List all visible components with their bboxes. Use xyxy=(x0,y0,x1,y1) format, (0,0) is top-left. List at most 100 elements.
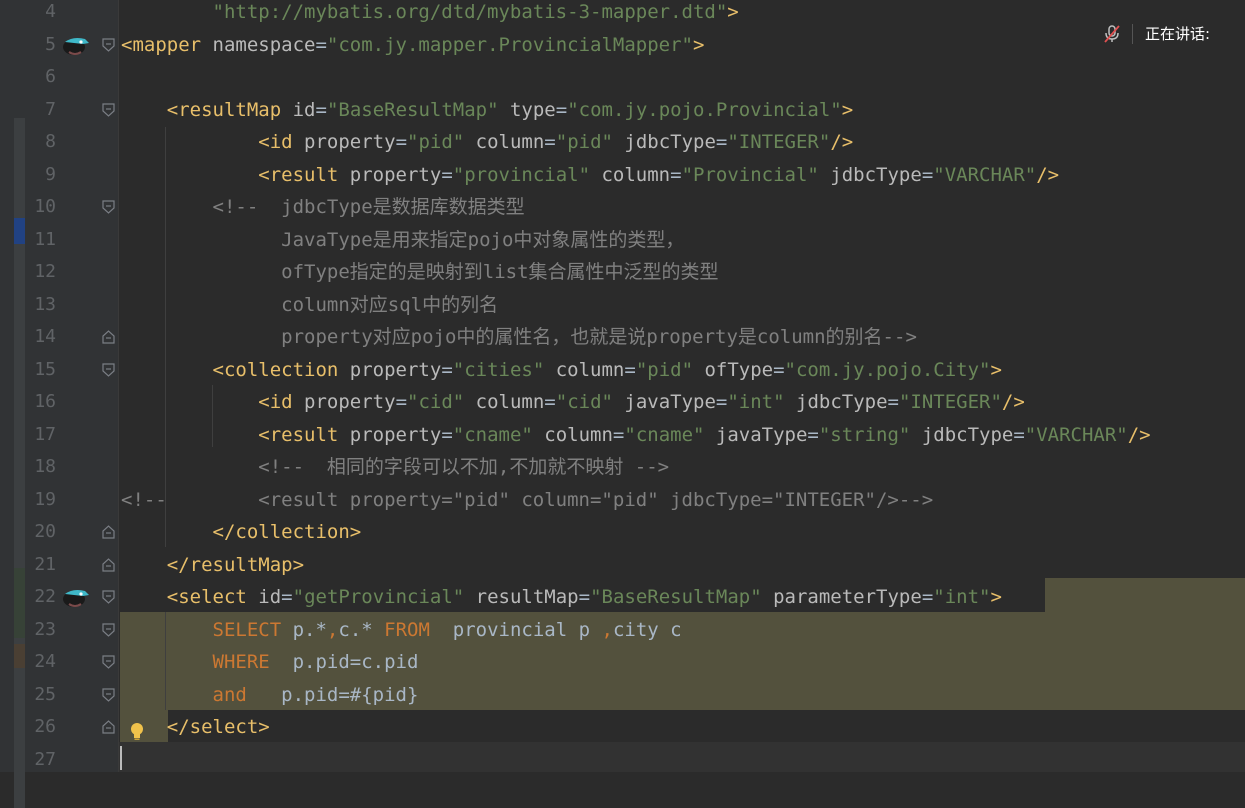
code-token: "http://mybatis.org/dtd/mybatis-3-mapper… xyxy=(212,1,728,23)
code-token: <result xyxy=(258,423,339,446)
fold-open-icon[interactable] xyxy=(102,37,115,52)
code-token: property xyxy=(338,358,442,381)
code-line[interactable]: 26 </select> xyxy=(0,711,1245,744)
code-token: = xyxy=(715,391,728,413)
code-line[interactable]: 9 <result property="provincial" column="… xyxy=(0,159,1245,192)
code-line[interactable]: 10 <!-- jdbcType是数据库数据类型 xyxy=(0,191,1245,224)
code-token: = xyxy=(887,391,899,413)
code-token: = xyxy=(395,131,408,153)
code-token: = xyxy=(670,163,682,186)
code-line[interactable]: 25 and p.pid=#{pid} xyxy=(0,679,1245,712)
line-number: 4 xyxy=(45,1,56,22)
code-text: and p.pid=#{pid} xyxy=(121,679,419,712)
fold-close-icon[interactable] xyxy=(102,525,115,539)
code-text: property对应pojo中的属性名，也就是说property是column的… xyxy=(121,321,917,354)
code-token: <!-- <result property="pid" column="pid"… xyxy=(121,488,934,511)
code-line[interactable]: 13 column对应sql中的列名 xyxy=(0,289,1245,322)
line-number: 13 xyxy=(34,293,56,315)
code-line[interactable]: 14 property对应pojo中的属性名，也就是说property是colu… xyxy=(0,321,1245,354)
code-token: > xyxy=(841,98,854,121)
code-line[interactable]: 11 JavaType是用来指定pojo中对象属性的类型， xyxy=(0,224,1245,257)
fold-close-icon[interactable] xyxy=(102,557,115,572)
code-token: "INTEGER" xyxy=(727,131,831,153)
text-caret xyxy=(120,746,122,770)
fold-open-icon[interactable] xyxy=(102,622,115,637)
code-text: <!-- jdbcType是数据库数据类型 xyxy=(121,191,525,224)
code-token: = xyxy=(921,163,934,186)
code-line[interactable]: 12 ofType指定的是映射到list集合属性中泛型的类型 xyxy=(0,256,1245,289)
code-token: "BaseResultMap" xyxy=(590,586,762,608)
lightbulb-icon[interactable] xyxy=(128,721,146,741)
code-token: namespace xyxy=(201,33,316,56)
code-text: <result property="provincial" column="Pr… xyxy=(121,159,1059,192)
code-line[interactable]: 21 </resultMap> xyxy=(0,549,1245,582)
code-token: > xyxy=(692,33,705,56)
code-token: "string" xyxy=(818,423,911,446)
code-token: "com.jy.mapper.ProvincialMapper" xyxy=(326,33,693,56)
code-line[interactable]: 4 "http://mybatis.org/dtd/mybatis-3-mapp… xyxy=(0,0,1245,29)
code-token: = xyxy=(555,98,568,121)
code-token: = xyxy=(624,358,636,381)
code-line[interactable]: 19 <!-- <result property="pid" column="pi… xyxy=(0,484,1245,517)
code-token: "VARCHAR" xyxy=(933,163,1037,186)
code-line[interactable]: 20 </collection> xyxy=(0,516,1245,549)
code-token: jdbcType xyxy=(818,163,922,186)
code-token: property对应pojo中的属性名，也就是说property是column的… xyxy=(121,326,917,348)
mybatis-bird-icon[interactable] xyxy=(61,586,91,608)
line-number: 23 xyxy=(34,618,56,640)
code-token: /> xyxy=(1001,391,1025,413)
code-text: ofType指定的是映射到list集合属性中泛型的类型 xyxy=(121,256,719,289)
code-token: "cname" xyxy=(624,423,705,446)
code-line[interactable]: 16 <id property="cid" column="cid" javaT… xyxy=(0,386,1245,419)
code-token: property xyxy=(338,423,442,446)
code-line[interactable]: 15 <collection property="cities" column=… xyxy=(0,354,1245,387)
code-token: ofType指定的是映射到list集合属性中泛型的类型 xyxy=(121,261,719,283)
code-token: > xyxy=(727,1,739,23)
fold-close-icon[interactable] xyxy=(102,720,115,734)
voice-indicator: 正在讲话: xyxy=(1090,12,1245,57)
code-token: , xyxy=(601,618,613,641)
code-line[interactable]: 27 xyxy=(0,744,1245,777)
code-token: and xyxy=(212,683,247,706)
fold-open-icon[interactable] xyxy=(102,590,115,604)
code-token: "INTEGER" xyxy=(898,391,1002,413)
code-line[interactable]: 7 <resultMap id="BaseResultMap" type="co… xyxy=(0,94,1245,127)
fold-open-icon[interactable] xyxy=(102,102,115,117)
fold-open-icon[interactable] xyxy=(102,687,115,702)
code-line[interactable]: 24 WHERE p.pid=c.pid xyxy=(0,646,1245,679)
mic-muted-icon[interactable] xyxy=(1102,24,1122,44)
code-token: = xyxy=(544,131,556,153)
fold-open-icon[interactable] xyxy=(102,362,115,377)
code-token: "pid" xyxy=(635,358,694,381)
code-token: "cid" xyxy=(555,391,613,413)
code-token: jdbcType xyxy=(784,391,888,413)
fold-open-icon[interactable] xyxy=(102,200,115,214)
fold-close-icon[interactable] xyxy=(102,330,115,344)
code-token: </select> xyxy=(166,716,270,738)
code-token: resultMap xyxy=(464,586,579,608)
code-token: "int" xyxy=(727,391,785,413)
code-line[interactable]: 22 <select id="getProvincial" resultMap=… xyxy=(0,581,1245,614)
code-line[interactable]: 18 <!-- 相同的字段可以不加,不加就不映射 --> xyxy=(0,451,1245,484)
code-token: <collection xyxy=(212,358,339,381)
code-text: <!-- 相同的字段可以不加,不加就不映射 --> xyxy=(121,451,669,484)
code-line[interactable]: 23 SELECT p.*,c.* FROM provincial p ,cit… xyxy=(0,614,1245,647)
code-line[interactable]: 8 <id property="pid" column="pid" jdbcTy… xyxy=(0,126,1245,159)
line-number: 6 xyxy=(45,66,56,87)
code-token: javaType xyxy=(704,423,808,446)
code-token: , xyxy=(326,618,339,641)
line-number: 10 xyxy=(34,196,56,217)
mybatis-bird-icon[interactable] xyxy=(61,34,91,56)
code-token: property xyxy=(292,131,396,153)
code-line[interactable]: 6 xyxy=(0,61,1245,94)
code-token: "com.jy.pojo.Provincial" xyxy=(567,98,842,121)
code-line[interactable]: 17 <result property="cname" column="cnam… xyxy=(0,419,1245,452)
fold-open-icon[interactable] xyxy=(102,655,115,669)
code-line[interactable]: 5 <mapper namespace="com.jy.mapper.Provin… xyxy=(0,29,1245,62)
code-token: = xyxy=(441,423,453,446)
